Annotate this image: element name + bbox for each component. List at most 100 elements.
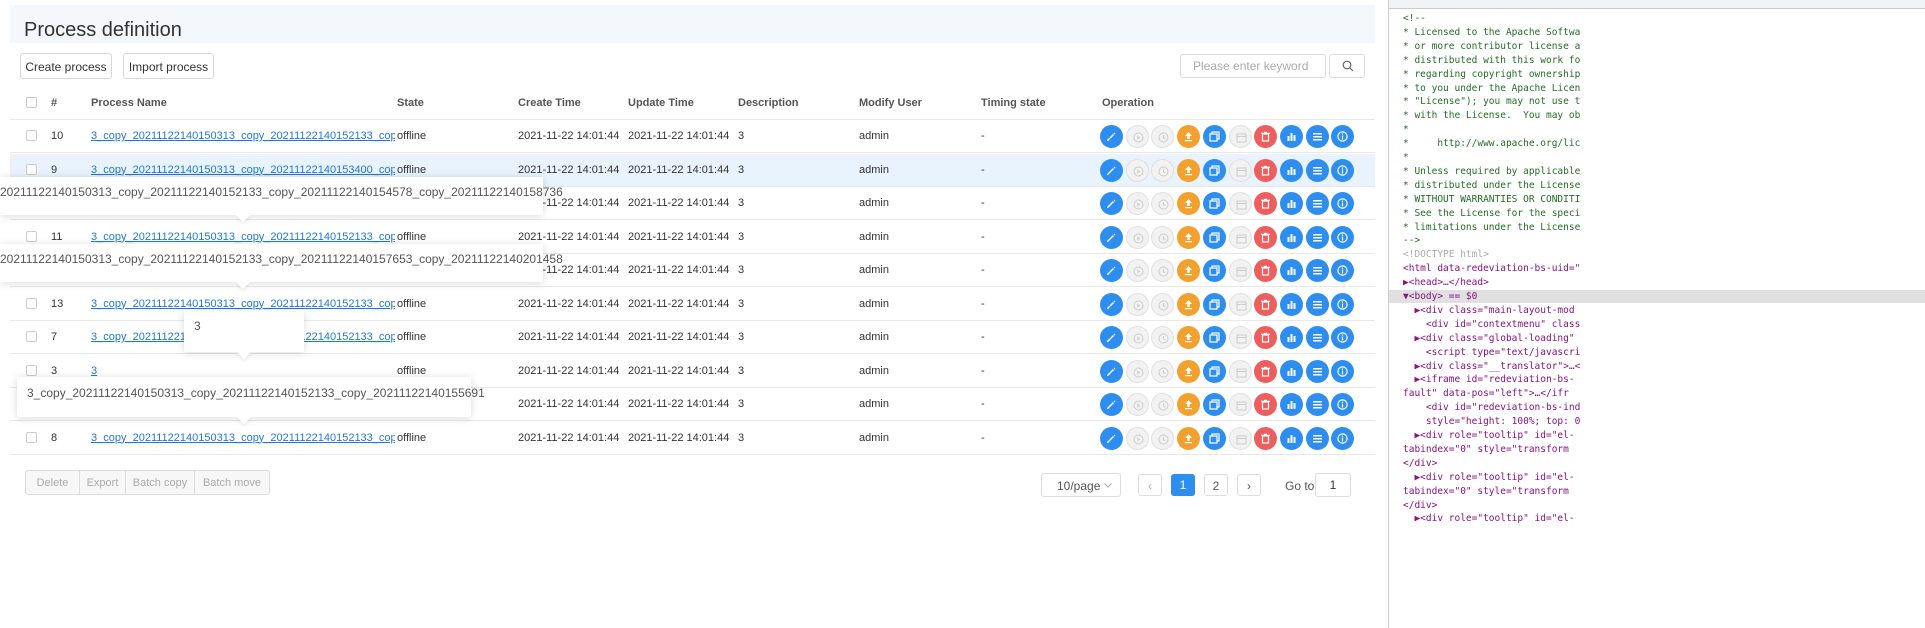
timing-button[interactable] [1151, 225, 1175, 249]
export-button[interactable] [1305, 158, 1329, 182]
timing-button[interactable] [1151, 426, 1175, 450]
copy-button[interactable] [1202, 158, 1226, 182]
export-button[interactable] [1305, 393, 1329, 416]
delete-button[interactable] [1254, 292, 1278, 316]
timing-button[interactable] [1151, 192, 1175, 215]
delete-button[interactable] [1254, 426, 1278, 450]
online-button[interactable] [1177, 426, 1201, 450]
edit-button[interactable] [1100, 259, 1123, 282]
search-input[interactable] [1180, 54, 1326, 78]
devtools-dom-line[interactable]: * or more contributor license a [1403, 40, 1580, 53]
devtools-dom-line[interactable]: * to you under the Apache Licen [1403, 82, 1580, 95]
version-info-button[interactable] [1331, 192, 1355, 215]
copy-button[interactable] [1202, 359, 1226, 383]
devtools-dom-line[interactable]: ▶<div class="main-layout-mod [1403, 304, 1574, 317]
devtools-dom-line[interactable]: ▶<head>…</head> [1403, 276, 1489, 289]
schedule-button[interactable] [1228, 125, 1252, 148]
devtools-dom-line[interactable]: * Unless required by applicable [1403, 165, 1580, 178]
timing-button[interactable] [1151, 393, 1175, 416]
version-info-button[interactable] [1331, 292, 1355, 316]
tree-chart-button[interactable] [1279, 259, 1303, 282]
devtools-dom-line[interactable]: ▼<body> == $0 [1389, 290, 1925, 303]
copy-button[interactable] [1202, 259, 1226, 282]
export-button[interactable] [1305, 292, 1329, 316]
edit-button[interactable] [1100, 158, 1123, 182]
row-checkbox[interactable] [26, 163, 37, 175]
tree-chart-button[interactable] [1279, 359, 1303, 383]
devtools-dom-line[interactable]: <!-- [1403, 12, 1426, 25]
devtools-dom-line[interactable]: * with the License. You may ob [1403, 109, 1580, 122]
copy-button[interactable] [1202, 125, 1226, 148]
schedule-button[interactable] [1228, 292, 1252, 316]
version-info-button[interactable] [1331, 393, 1355, 416]
devtools-dom-line[interactable]: * http://www.apache.org/lic [1403, 137, 1580, 150]
delete-button[interactable]: Delete [25, 470, 80, 495]
row-checkbox[interactable] [26, 230, 37, 242]
version-info-button[interactable] [1331, 326, 1355, 349]
run-button[interactable] [1125, 192, 1149, 215]
row-checkbox[interactable] [26, 130, 37, 141]
devtools-dom-line[interactable]: * regarding copyright ownership [1403, 68, 1580, 81]
delete-button[interactable] [1254, 259, 1278, 282]
copy-button[interactable] [1202, 292, 1226, 316]
edit-button[interactable] [1100, 192, 1123, 215]
copy-button[interactable] [1202, 426, 1226, 450]
row-checkbox[interactable] [26, 431, 37, 443]
devtools-dom-line[interactable]: ▶<div role="tooltip" id="el- [1403, 429, 1574, 442]
online-button[interactable] [1177, 393, 1201, 416]
schedule-button[interactable] [1228, 326, 1252, 349]
tree-chart-button[interactable] [1279, 393, 1303, 416]
online-button[interactable] [1177, 259, 1201, 282]
export-button[interactable] [1305, 426, 1329, 450]
process-name-link[interactable]: 3_copy_20211122140150313_copy_2021112214… [91, 120, 395, 153]
version-info-button[interactable] [1331, 426, 1355, 450]
devtools-dom-line[interactable]: <script type="text/javascri [1403, 346, 1580, 359]
devtools-dom-line[interactable]: * distributed under the License [1403, 179, 1580, 192]
devtools-dom-line[interactable]: <!DOCTYPE html> [1403, 248, 1489, 261]
row-checkbox[interactable] [26, 364, 37, 376]
run-button[interactable] [1125, 393, 1149, 416]
delete-button[interactable] [1254, 393, 1278, 416]
run-button[interactable] [1125, 326, 1149, 349]
edit-button[interactable] [1100, 292, 1123, 316]
tree-chart-button[interactable] [1279, 225, 1303, 249]
edit-button[interactable] [1100, 326, 1123, 349]
online-button[interactable] [1177, 192, 1201, 215]
page-1-button[interactable]: 1 [1171, 474, 1195, 496]
devtools-dom-line[interactable]: * [1403, 151, 1409, 164]
online-button[interactable] [1177, 225, 1201, 249]
goto-page-input[interactable]: 1 [1315, 473, 1351, 497]
run-button[interactable] [1125, 359, 1149, 383]
page-size-select[interactable]: 10/page [1041, 473, 1121, 497]
delete-button[interactable] [1254, 225, 1278, 249]
run-button[interactable] [1125, 158, 1149, 182]
select-all-checkbox[interactable] [26, 97, 37, 108]
row-checkbox[interactable] [26, 297, 37, 309]
export-button[interactable] [1305, 259, 1329, 282]
devtools-dom-line[interactable]: ▶<div class="__translator">…< [1403, 360, 1580, 373]
devtools-dom-line[interactable]: * WITHOUT WARRANTIES OR CONDITI [1403, 193, 1580, 206]
delete-button[interactable] [1254, 158, 1278, 182]
delete-button[interactable] [1254, 192, 1278, 215]
search-button[interactable] [1329, 54, 1365, 78]
export-button[interactable]: Export [79, 470, 126, 495]
process-name-link[interactable]: 3_copy_20211122140150313_copy_2021112214… [91, 422, 395, 455]
schedule-button[interactable] [1228, 158, 1252, 182]
timing-button[interactable] [1151, 359, 1175, 383]
schedule-button[interactable] [1228, 192, 1252, 215]
devtools-dom-line[interactable]: ▶<div role="tooltip" id="el- [1403, 471, 1574, 484]
row-checkbox[interactable] [26, 331, 37, 342]
schedule-button[interactable] [1228, 393, 1252, 416]
edit-button[interactable] [1100, 225, 1123, 249]
copy-button[interactable] [1202, 393, 1226, 416]
schedule-button[interactable] [1228, 426, 1252, 450]
timing-button[interactable] [1151, 158, 1175, 182]
prev-page-button[interactable]: ‹ [1138, 474, 1162, 496]
schedule-button[interactable] [1228, 259, 1252, 282]
export-button[interactable] [1305, 326, 1329, 349]
devtools-dom-line[interactable]: style="height: 100%; top: 0 [1403, 415, 1580, 428]
timing-button[interactable] [1151, 125, 1175, 148]
run-button[interactable] [1125, 125, 1149, 148]
online-button[interactable] [1177, 158, 1201, 182]
online-button[interactable] [1177, 292, 1201, 316]
